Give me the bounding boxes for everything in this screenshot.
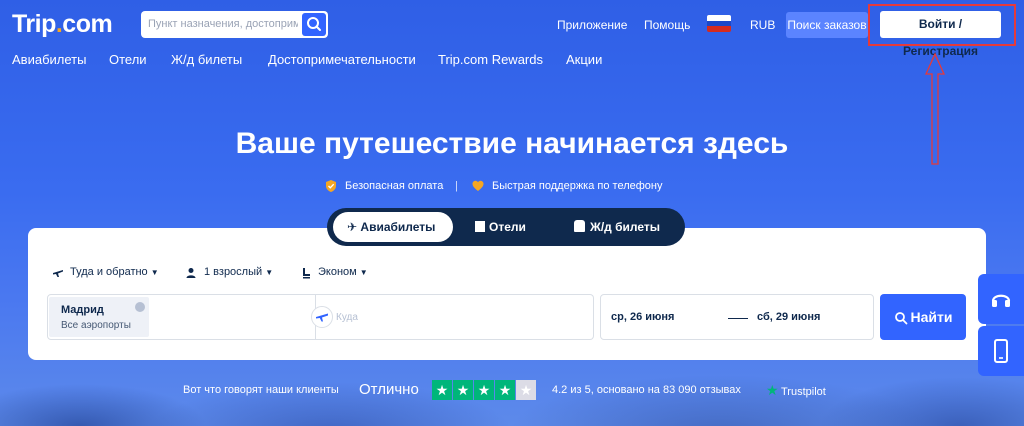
product-tabs: ✈ Авиабилеты Отели Ж/д билеты: [327, 208, 685, 246]
plane-icon: ✈: [347, 220, 358, 234]
rating-score: 4.2 из 5, основано на 83 090 отзывах: [552, 384, 741, 396]
feature-secure-payment: Безопасная оплата: [345, 180, 444, 192]
swap-button[interactable]: [311, 306, 333, 328]
from-city-chip[interactable]: Мадрид Все аэропорты: [49, 297, 149, 337]
trustpilot-logo[interactable]: Trustpilot: [781, 386, 826, 398]
find-flights-button[interactable]: Найти: [880, 294, 966, 340]
search-icon: [894, 312, 907, 325]
star-icon: ★: [516, 380, 536, 400]
rating-stars: ★ ★ ★ ★ ★: [432, 380, 537, 400]
search-placeholder: Пункт назначения, достопримечательность: [148, 18, 298, 30]
mobile-app-button[interactable]: [978, 326, 1024, 376]
currency-selector[interactable]: RUB: [750, 18, 775, 32]
search-input[interactable]: Пункт назначения, достопримечательность: [141, 11, 328, 38]
chevron-down-icon: ▼: [265, 268, 274, 277]
help-link[interactable]: Помощь: [644, 18, 690, 32]
chevron-down-icon: ▼: [359, 268, 368, 277]
trip-logo[interactable]: Trip.com: [12, 10, 113, 39]
cabin-class-dropdown[interactable]: Эконом ▼: [318, 266, 368, 278]
search-card: Туда и обратно ▼ 1 взрослый ▼ Эконом ▼ М…: [28, 228, 986, 360]
from-city: Мадрид: [61, 304, 104, 316]
search-icon: [307, 17, 321, 31]
depart-date[interactable]: ср, 26 июня: [611, 311, 674, 323]
from-airports: Все аэропорты: [61, 320, 131, 331]
date-separator: [728, 318, 748, 319]
star-icon: ★: [474, 380, 494, 400]
signin-register-button[interactable]: Войти / Регистрация: [880, 11, 1001, 58]
reviews-intro: Вот что говорят наши клиенты: [183, 384, 339, 396]
search-button[interactable]: [302, 13, 326, 36]
nav-deals[interactable]: Акции: [566, 52, 602, 67]
rating-word: Отлично: [359, 381, 419, 398]
customer-support-button[interactable]: [978, 274, 1024, 324]
nav-trains[interactable]: Ж/д билеты: [171, 52, 242, 67]
to-placeholder: Куда: [336, 312, 358, 323]
nav-rewards[interactable]: Trip.com Rewards: [438, 52, 543, 67]
tab-flights[interactable]: ✈ Авиабилеты: [333, 212, 453, 242]
plane-swap-icon: [316, 313, 328, 322]
seat-icon: [303, 268, 310, 279]
clear-icon[interactable]: [135, 302, 145, 312]
nav-attractions[interactable]: Достопримечательности: [268, 52, 416, 67]
train-icon: [574, 220, 585, 232]
hotel-icon: [475, 221, 485, 232]
nav-flights[interactable]: Авиабилеты: [12, 52, 86, 67]
star-icon: ★: [453, 380, 473, 400]
tab-hotels[interactable]: Отели: [475, 212, 545, 242]
tab-trains[interactable]: Ж/д билеты: [574, 212, 674, 242]
trip-type-dropdown[interactable]: Туда и обратно ▼: [70, 266, 159, 278]
plane-small-icon: [53, 270, 63, 277]
find-orders-button[interactable]: Поиск заказов: [786, 12, 868, 38]
return-date[interactable]: сб, 29 июня: [757, 311, 820, 323]
star-icon: ★: [432, 380, 452, 400]
hero-title: Ваше путешествие начинается здесь: [235, 127, 789, 160]
russia-flag-icon[interactable]: [707, 15, 731, 32]
chevron-down-icon: ▼: [150, 268, 159, 277]
trustpilot-star-icon: ★: [766, 382, 779, 398]
person-icon: [186, 268, 196, 278]
support-heart-icon: [472, 180, 484, 191]
feature-phone-support: Быстрая поддержка по телефону: [492, 180, 663, 192]
nav-hotels[interactable]: Отели: [109, 52, 147, 67]
feature-separator: |: [455, 180, 458, 192]
headset-icon: [991, 294, 1011, 307]
star-icon: ★: [495, 380, 515, 400]
smartphone-icon: [994, 339, 1008, 363]
app-link[interactable]: Приложение: [557, 18, 627, 32]
passengers-dropdown[interactable]: 1 взрослый ▼: [204, 266, 273, 278]
shield-check-icon: [326, 180, 336, 192]
